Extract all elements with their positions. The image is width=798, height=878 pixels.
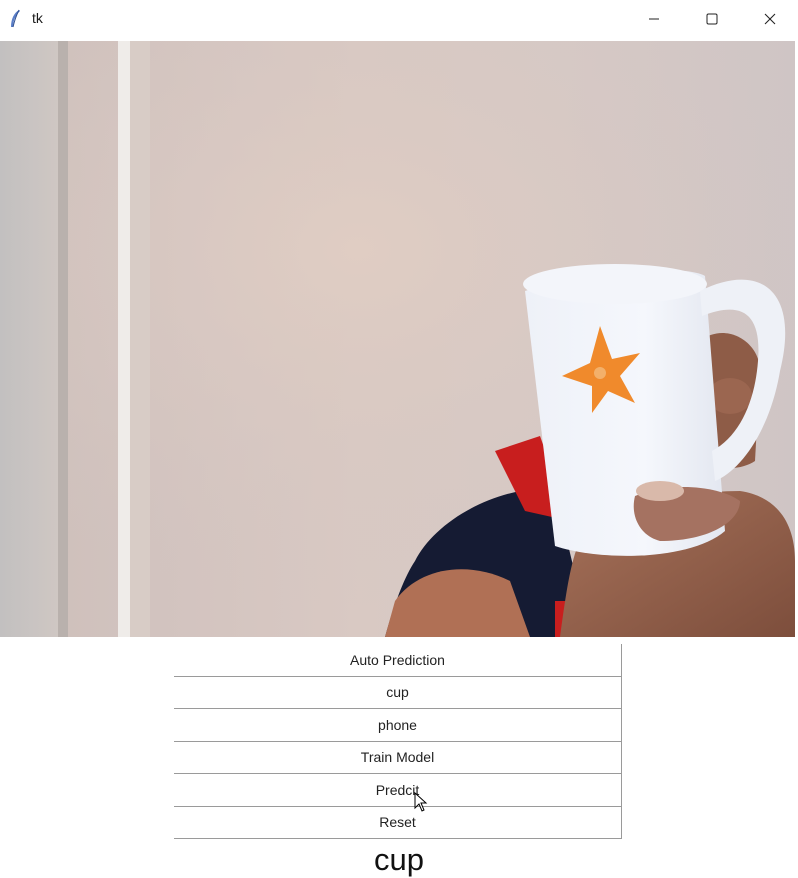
cup-class-button[interactable]: cup [174,676,622,709]
maximize-button[interactable] [683,0,741,38]
close-icon [764,13,776,25]
prediction-result-label: cup [374,842,424,877]
maximize-icon [706,13,718,25]
button-panel: Auto Prediction cup phone Train Model Pr… [174,644,622,839]
phone-class-button[interactable]: phone [174,709,622,742]
webcam-feed [0,41,795,637]
auto-prediction-button[interactable]: Auto Prediction [174,644,622,677]
title-bar: tk [0,0,798,38]
reset-button[interactable]: Reset [174,806,622,839]
train-model-button[interactable]: Train Model [174,741,622,774]
mouse-cursor-icon [414,792,428,812]
minimize-button[interactable] [625,0,683,38]
window-title: tk [32,10,43,26]
minimize-icon [649,18,659,20]
feather-icon [8,9,22,29]
close-button[interactable] [741,0,798,38]
webcam-image [0,41,795,637]
predict-button[interactable]: Predcit [174,774,622,807]
